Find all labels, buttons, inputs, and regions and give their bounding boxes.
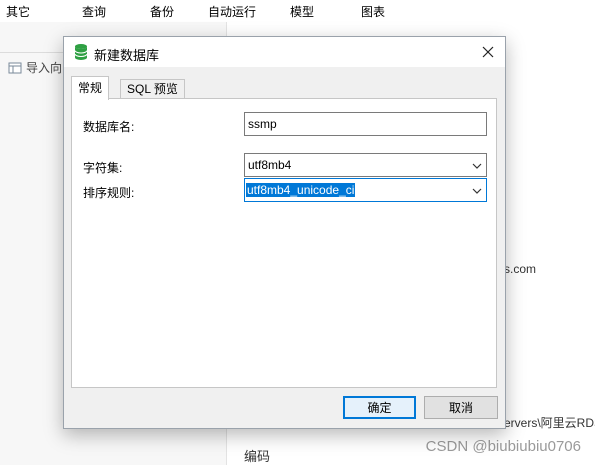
close-button[interactable] — [477, 41, 499, 63]
import-label: 导入向 — [26, 61, 63, 75]
watermark: CSDN @biubiubiu0706 — [425, 438, 581, 455]
database-icon — [74, 44, 88, 60]
new-database-dialog: 新建数据库 常规 SQL 预览 数据库名: ssmp 字符集: utf8mb4 … — [63, 36, 506, 429]
background-text: s.com — [504, 262, 537, 276]
general-panel: 数据库名: ssmp 字符集: utf8mb4 排序规则: utf8mb4_un… — [71, 98, 497, 388]
collation-select[interactable]: utf8mb4_unicode_ci — [244, 178, 487, 202]
dialog-title: 新建数据库 — [94, 48, 160, 63]
chevron-down-icon — [472, 188, 482, 194]
collation-label: 排序规则: — [83, 186, 135, 200]
menu-item-automation[interactable]: 自动运行 — [208, 3, 256, 20]
menu-item-chart[interactable]: 图表 — [361, 3, 385, 20]
close-icon — [482, 46, 494, 58]
db-name-label: 数据库名: — [83, 120, 135, 134]
charset-value: utf8mb4 — [248, 158, 292, 172]
collation-value: utf8mb4_unicode_ci — [246, 183, 356, 197]
dialog-title-bar[interactable]: 新建数据库 — [64, 37, 505, 67]
background-encoding-label: 编码 — [244, 449, 271, 464]
menu-item-backup[interactable]: 备份 — [150, 3, 174, 20]
tab-sql-preview[interactable]: SQL 预览 — [120, 79, 185, 99]
cancel-button[interactable]: 取消 — [424, 396, 498, 419]
db-name-value: ssmp — [248, 117, 277, 131]
charset-label: 字符集: — [83, 161, 123, 175]
chevron-down-icon — [472, 163, 482, 169]
import-wizard-button[interactable]: 导入向 — [8, 59, 62, 76]
menu-item-query[interactable]: 查询 — [82, 3, 106, 20]
charset-select[interactable]: utf8mb4 — [244, 153, 487, 177]
menu-item-other[interactable]: 其它 — [6, 3, 30, 20]
menu-bar: 其它 查询 备份 自动运行 模型 图表 — [0, 0, 595, 22]
db-name-input[interactable]: ssmp — [244, 112, 487, 136]
tab-general[interactable]: 常规 — [71, 76, 110, 100]
ok-button[interactable]: 确定 — [343, 396, 416, 419]
menu-item-model[interactable]: 模型 — [290, 3, 314, 20]
background-path-text: ervers\阿里云RDS — [504, 416, 595, 430]
import-icon — [8, 62, 22, 73]
